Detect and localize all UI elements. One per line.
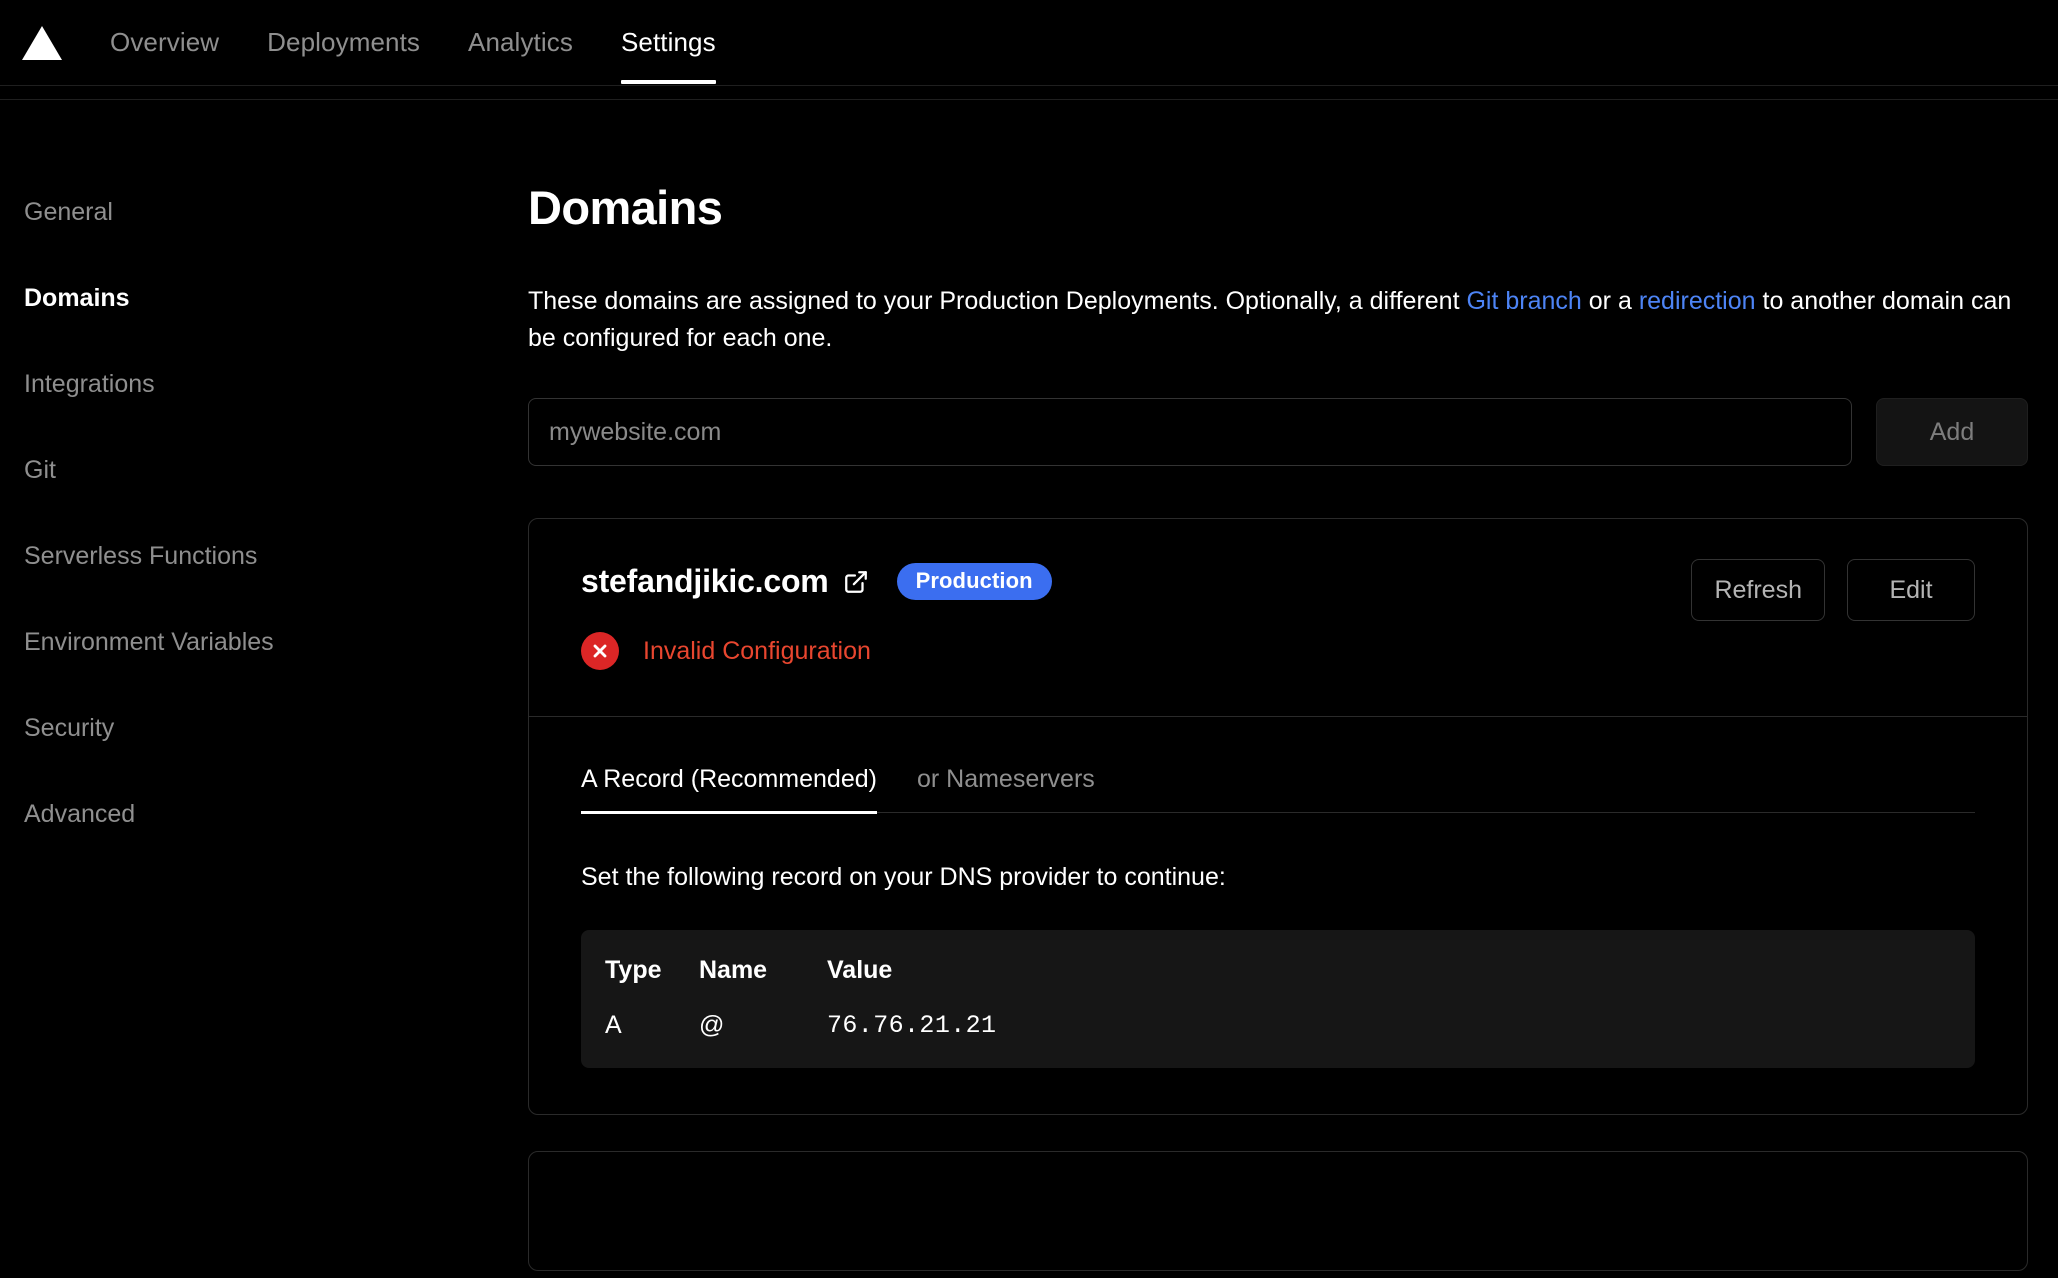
edit-button[interactable]: Edit bbox=[1847, 559, 1975, 621]
description-part-2: or a bbox=[1581, 287, 1639, 315]
tab-a-record[interactable]: A Record (Recommended) bbox=[581, 765, 877, 814]
error-circle-x-icon bbox=[581, 632, 619, 670]
sidebar-item-domains[interactable]: Domains bbox=[24, 286, 528, 311]
settings-sidebar: General Domains Integrations Git Serverl… bbox=[0, 184, 528, 888]
add-domain-button[interactable]: Add bbox=[1876, 398, 2028, 466]
cell-record-type: A bbox=[605, 1011, 622, 1039]
sidebar-item-serverless-functions[interactable]: Serverless Functions bbox=[24, 544, 528, 569]
column-header-name: Name bbox=[699, 956, 768, 984]
domain-card-actions: Refresh Edit bbox=[1691, 559, 1975, 621]
top-navigation-bar: Overview Deployments Analytics Settings bbox=[0, 0, 2058, 86]
nav-label: Analytics bbox=[468, 27, 573, 57]
page-description: These domains are assigned to your Produ… bbox=[528, 283, 2023, 356]
sidebar-item-git[interactable]: Git bbox=[24, 458, 528, 483]
dns-method-tabs: A Record (Recommended) or Nameservers bbox=[581, 765, 1975, 814]
nav-item-deployments[interactable]: Deployments bbox=[243, 0, 444, 86]
column-header-value: Value bbox=[827, 956, 893, 984]
nav-item-overview[interactable]: Overview bbox=[86, 0, 243, 86]
domain-name[interactable]: stefandjikic.com bbox=[581, 563, 829, 600]
add-domain-row: Add bbox=[528, 398, 2028, 466]
cell-record-name: @ bbox=[699, 1011, 725, 1039]
refresh-button[interactable]: Refresh bbox=[1691, 559, 1825, 621]
nav-item-settings[interactable]: Settings bbox=[597, 0, 740, 86]
column-header-type: Type bbox=[605, 956, 662, 984]
sidebar-item-label: Security bbox=[24, 714, 115, 742]
sidebar-item-label: Git bbox=[24, 456, 56, 484]
domain-card-body: A Record (Recommended) or Nameservers Se… bbox=[529, 717, 2027, 1114]
sidebar-item-security[interactable]: Security bbox=[24, 716, 528, 741]
cell-record-value[interactable]: 76.76.21.21 bbox=[827, 1011, 1951, 1040]
sidebar-item-label: Serverless Functions bbox=[24, 542, 258, 570]
domain-input[interactable] bbox=[528, 398, 1852, 466]
header-secondary-divider bbox=[0, 86, 2058, 100]
sidebar-item-label: General bbox=[24, 198, 113, 226]
domain-status-row: Invalid Configuration bbox=[581, 632, 1975, 670]
table-row: A @ 76.76.21.21 bbox=[605, 1011, 1951, 1040]
production-status-badge: Production bbox=[896, 563, 1052, 600]
description-part-1: These domains are assigned to your Produ… bbox=[528, 287, 1467, 315]
status-text: Invalid Configuration bbox=[643, 636, 871, 665]
sidebar-item-label: Integrations bbox=[24, 370, 155, 398]
domain-card-header: stefandjikic.com Production Refresh Edit bbox=[529, 519, 2027, 717]
dns-table-header-row: Type Name Value bbox=[605, 956, 1951, 985]
nav-label: Overview bbox=[110, 27, 220, 57]
sidebar-item-integrations[interactable]: Integrations bbox=[24, 372, 528, 397]
sidebar-item-label: Advanced bbox=[24, 800, 136, 828]
dns-instruction-text: Set the following record on your DNS pro… bbox=[581, 863, 1226, 891]
redirection-link[interactable]: redirection bbox=[1639, 287, 1756, 315]
sidebar-item-general[interactable]: General bbox=[24, 200, 528, 225]
nav-item-analytics[interactable]: Analytics bbox=[444, 0, 597, 86]
nav-list: Overview Deployments Analytics Settings bbox=[86, 0, 740, 86]
next-domain-card-partial bbox=[528, 1151, 2028, 1271]
domain-card: stefandjikic.com Production Refresh Edit bbox=[528, 518, 2028, 1115]
tab-nameservers[interactable]: or Nameservers bbox=[917, 765, 1095, 812]
page-body: General Domains Integrations Git Serverl… bbox=[0, 100, 2058, 1271]
git-branch-link[interactable]: Git branch bbox=[1466, 287, 1581, 315]
sidebar-item-label: Domains bbox=[24, 284, 130, 312]
nav-label: Deployments bbox=[267, 27, 420, 57]
external-link-icon[interactable] bbox=[843, 569, 869, 595]
sidebar-item-label: Environment Variables bbox=[24, 628, 274, 656]
tab-label: A Record (Recommended) bbox=[581, 765, 877, 793]
tab-label: or Nameservers bbox=[916, 765, 1095, 793]
main-content: Domains These domains are assigned to yo… bbox=[528, 184, 2058, 1271]
sidebar-item-advanced[interactable]: Advanced bbox=[24, 802, 528, 827]
sidebar-item-environment-variables[interactable]: Environment Variables bbox=[24, 630, 528, 655]
page-title: Domains bbox=[528, 181, 723, 234]
vercel-triangle-icon[interactable] bbox=[22, 25, 62, 60]
dns-record-table: Type Name Value A @ 76.76.21.21 bbox=[581, 930, 1975, 1068]
nav-label: Settings bbox=[620, 27, 716, 57]
